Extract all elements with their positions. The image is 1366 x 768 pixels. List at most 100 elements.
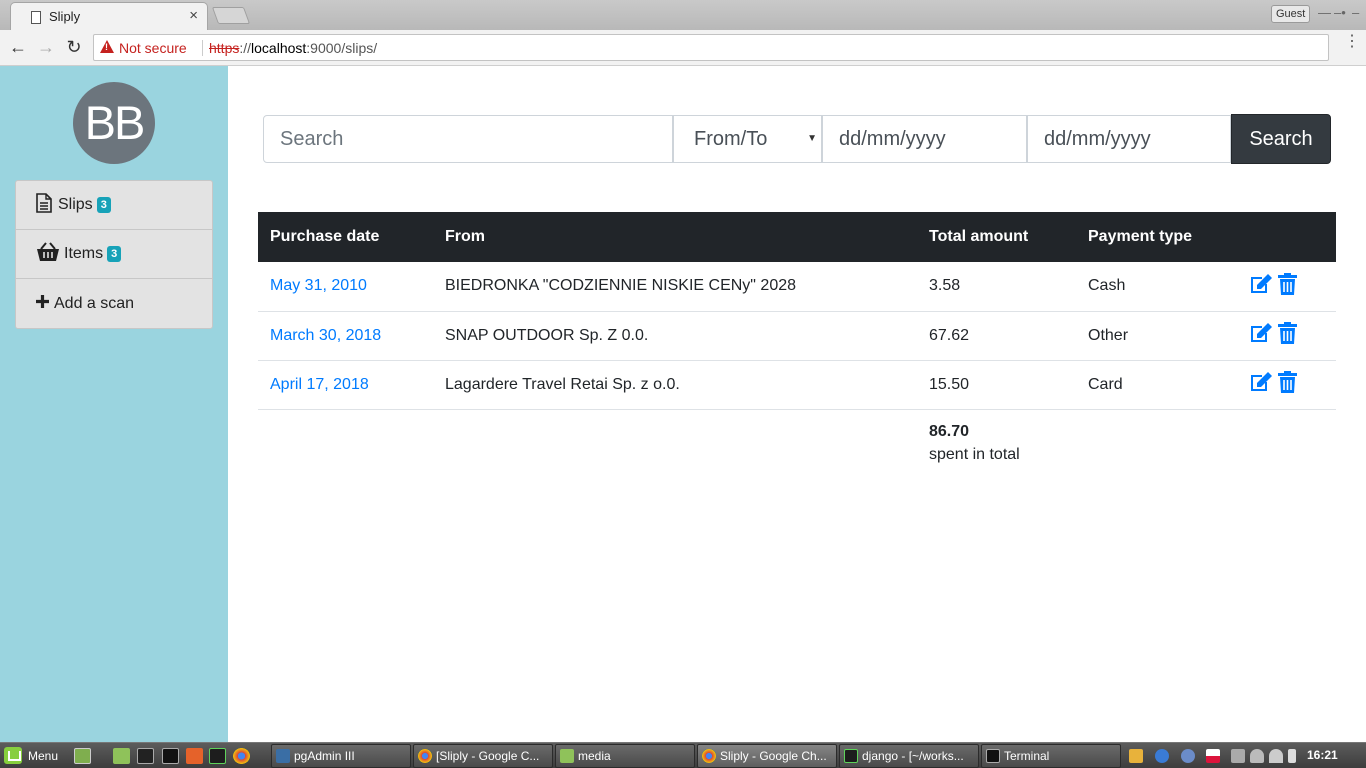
search-button[interactable]: Search	[1231, 114, 1331, 164]
header-actions	[1236, 212, 1336, 262]
warning-icon	[100, 40, 114, 53]
url-path: :9000/slips/	[306, 40, 378, 56]
start-menu-button[interactable]: Menu	[4, 747, 58, 764]
table-header-row: Purchase date From Total amount Payment …	[258, 212, 1336, 262]
from-to-value: From/To	[694, 128, 768, 150]
slip-link[interactable]: March 30, 2018	[270, 327, 381, 344]
header-purchase-date: Purchase date	[258, 212, 433, 262]
terminal2-launcher-icon[interactable]	[162, 748, 179, 764]
edit-icon[interactable]	[1249, 273, 1273, 300]
task-label: django - [~/works...	[862, 749, 964, 763]
sidebar-item-items[interactable]: Items 3	[16, 230, 212, 279]
trash-icon[interactable]	[1278, 322, 1298, 349]
header-payment-type: Payment type	[1076, 212, 1236, 262]
pgadmin-icon	[276, 749, 290, 763]
browser-chrome: Sliply × Guest — –• – ← → ↻ Not secure h…	[0, 0, 1366, 66]
address-bar[interactable]: Not secure https://localhost:9000/slips/	[93, 34, 1329, 61]
chrome-icon	[418, 749, 432, 763]
clock[interactable]: 16:21	[1307, 748, 1338, 762]
from-to-select[interactable]: From/To ▼	[673, 115, 822, 163]
sublime-launcher-icon[interactable]	[186, 748, 203, 764]
security-label[interactable]: Not secure	[119, 40, 187, 56]
slip-link[interactable]: May 31, 2010	[270, 277, 367, 294]
empty-cell	[1236, 409, 1336, 469]
terminal-icon	[986, 749, 1000, 763]
sidebar-item-label: Add a scan	[54, 294, 135, 312]
divider	[202, 40, 203, 56]
show-desktop-icon[interactable]	[74, 748, 91, 764]
guest-profile-button[interactable]: Guest	[1271, 5, 1311, 23]
tab-sliply[interactable]: Sliply ×	[10, 2, 208, 30]
edit-icon[interactable]	[1249, 322, 1273, 349]
actions-cell	[1236, 311, 1336, 361]
pycharm-icon	[844, 749, 858, 763]
tab-strip: Sliply × Guest — –• –	[0, 0, 1366, 30]
url-text[interactable]: https://localhost:9000/slips/	[209, 40, 377, 56]
avatar[interactable]: BB	[73, 82, 155, 164]
terminal-launcher-icon[interactable]	[137, 748, 154, 764]
update-tray-icon[interactable]	[1181, 749, 1195, 763]
task-media[interactable]: media	[555, 744, 695, 768]
close-window-icon[interactable]: –	[1352, 5, 1359, 20]
menu-label: Menu	[28, 748, 59, 763]
url-host: localhost	[251, 40, 307, 56]
url-scheme: https	[209, 40, 240, 56]
network-drive-icon[interactable]	[1231, 749, 1245, 763]
page-icon	[31, 11, 41, 24]
search-input[interactable]	[263, 115, 673, 163]
date-to-placeholder: dd/mm/yyyy	[1044, 128, 1151, 150]
keyboard-layout-icon[interactable]	[1206, 749, 1220, 763]
trash-icon[interactable]	[1278, 371, 1298, 398]
taskbar: Menu pgAdmin III [Sliply - Google C... m…	[0, 742, 1366, 768]
slips-table: Purchase date From Total amount Payment …	[258, 212, 1336, 469]
chevron-down-icon: ▼	[807, 133, 817, 144]
notes-tray-icon[interactable]	[1129, 749, 1143, 763]
back-icon[interactable]: ←	[7, 36, 29, 58]
count-badge: 3	[107, 246, 122, 262]
task-chrome-1[interactable]: [Sliply - Google C...	[413, 744, 553, 768]
pycharm-launcher-icon[interactable]	[209, 748, 226, 764]
trash-icon[interactable]	[1278, 272, 1298, 300]
bluetooth-icon[interactable]	[1155, 749, 1169, 763]
payment-cell: Other	[1076, 311, 1236, 361]
more-menu-icon[interactable]: ⋮	[1344, 34, 1360, 50]
total-cell: 15.50	[917, 360, 1076, 410]
wifi-icon[interactable]	[1269, 749, 1283, 763]
purchase-date-cell: March 30, 2018	[258, 311, 433, 361]
main-content: From/To ▼ dd/mm/yyyy dd/mm/yyyy Search P…	[228, 66, 1366, 742]
task-chrome-2[interactable]: Sliply - Google Ch...	[697, 744, 837, 768]
sidebar: BB Slips 3 Items 3 Add a scan	[0, 66, 228, 742]
from-cell: BIEDRONKA "CODZIENNIE NISKIE CENy" 2028	[433, 262, 917, 312]
payment-cell: Card	[1076, 360, 1236, 410]
reload-icon[interactable]: ↻	[63, 36, 85, 58]
files-launcher-icon[interactable]	[113, 748, 130, 764]
forward-icon[interactable]: →	[35, 36, 57, 58]
new-tab-button[interactable]	[211, 7, 251, 24]
sidebar-item-add-scan[interactable]: Add a scan	[16, 279, 212, 328]
slip-link[interactable]: April 17, 2018	[270, 376, 369, 393]
restore-icon[interactable]: –•	[1334, 5, 1346, 20]
actions-cell	[1236, 360, 1336, 410]
close-icon[interactable]: ×	[189, 7, 198, 24]
mint-logo-icon	[4, 747, 22, 764]
file-icon	[36, 192, 54, 218]
from-cell: SNAP OUTDOOR Sp. Z 0.0.	[433, 311, 917, 361]
total-row: 86.70 spent in total	[258, 409, 1336, 469]
date-to-field[interactable]: dd/mm/yyyy	[1027, 115, 1231, 163]
battery-icon[interactable]	[1288, 749, 1296, 763]
task-label: Terminal	[1004, 749, 1050, 763]
sidebar-item-slips[interactable]: Slips 3	[16, 181, 212, 230]
task-pycharm[interactable]: django - [~/works...	[839, 744, 979, 768]
task-pgadmin[interactable]: pgAdmin III	[271, 744, 411, 768]
chrome-launcher-icon[interactable]	[233, 748, 250, 764]
payment-cell: Cash	[1076, 262, 1236, 312]
from-cell: Lagardere Travel Retai Sp. z o.0.	[433, 360, 917, 410]
date-from-field[interactable]: dd/mm/yyyy	[822, 115, 1027, 163]
task-label: media	[578, 749, 611, 763]
chrome-icon	[702, 749, 716, 763]
edit-icon[interactable]	[1249, 371, 1273, 398]
minimize-icon[interactable]: —	[1318, 5, 1331, 20]
task-terminal[interactable]: Terminal	[981, 744, 1121, 768]
count-badge: 3	[96, 197, 111, 213]
user-icon[interactable]	[1250, 749, 1264, 763]
